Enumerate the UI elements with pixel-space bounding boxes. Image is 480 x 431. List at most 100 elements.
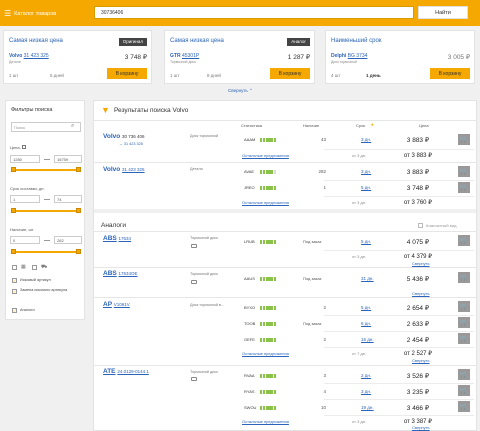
slider-knob[interactable]	[76, 208, 81, 213]
card-brand[interactable]: GTR 45301P	[170, 53, 199, 59]
cart-button[interactable]: 🛒	[458, 369, 470, 380]
cart-icon: 🛒	[460, 185, 468, 191]
replacement-article[interactable]: → 31 423 325	[119, 142, 143, 146]
slider-knob[interactable]	[11, 249, 16, 254]
term-link[interactable]: 5 дн.	[361, 185, 371, 190]
term-link[interactable]: 16 дн.	[361, 337, 374, 342]
term-link[interactable]: 19 дн.	[361, 405, 374, 410]
analogs-title: Аналоги	[101, 222, 127, 229]
view-checkbox[interactable]	[12, 265, 17, 270]
term-from-input[interactable]: 1	[10, 195, 40, 203]
stock-count: 2	[323, 305, 326, 310]
analog-brand-link[interactable]: AP V1061V	[103, 301, 130, 308]
collapse-link[interactable]: Свернуть	[412, 291, 430, 296]
cart-button[interactable]: 🛒	[458, 182, 470, 193]
search-input[interactable]: 30736406	[94, 6, 414, 19]
price-slider[interactable]	[11, 167, 81, 172]
divider	[94, 365, 476, 366]
card-brand[interactable]: Delphi BG 3734	[331, 53, 367, 59]
other-offers-link[interactable]: Остальные предложения	[242, 153, 289, 158]
checkbox-label: Аналоги	[20, 308, 35, 312]
term-link[interactable]: 5 дн.	[361, 305, 371, 310]
price-to-input[interactable]: 16759	[54, 155, 82, 163]
card-tag: Аналог	[287, 38, 310, 46]
checkbox-analogs[interactable]: ✓	[12, 308, 17, 313]
result-brand-link[interactable]: Volvo 30 736 406	[103, 133, 145, 140]
cart-button[interactable]: 🛒	[458, 235, 470, 246]
car-icon	[191, 244, 197, 248]
other-offers-link[interactable]: Остальные предложения	[242, 351, 289, 356]
card-sub: Диск тормозной	[331, 60, 357, 64]
checkbox-replacement-article[interactable]: ✓	[12, 289, 17, 294]
cart-button[interactable]: 🛒	[458, 385, 470, 396]
view-checkbox[interactable]	[32, 265, 37, 270]
catalog-label: Каталог товаров	[14, 10, 57, 17]
row-divider	[324, 315, 474, 316]
chevron-up-icon: ⌃	[249, 88, 253, 93]
collapse-link[interactable]: Свернуть	[412, 358, 430, 363]
collapse-link[interactable]: Свернуть	[412, 261, 430, 266]
term-link[interactable]: 2 дн.	[361, 373, 371, 378]
slider-knob[interactable]	[76, 249, 81, 254]
supplier-code: RVAA	[244, 373, 255, 378]
term-to-input[interactable]: 74	[54, 195, 82, 203]
result-brand-link[interactable]: Volvo 31 423 325	[103, 166, 145, 173]
cart-icon: 🛒	[460, 304, 468, 310]
cart-button[interactable]: 🛒	[458, 333, 470, 344]
checkbox-original-article[interactable]: ✓	[12, 278, 17, 283]
term-link[interactable]: 5 дн.	[361, 239, 371, 244]
info-icon: ●	[371, 122, 374, 127]
term-link[interactable]: 3 дн.	[361, 389, 371, 394]
stock-count: 2	[323, 337, 326, 342]
row-divider	[324, 347, 474, 348]
collapse-link[interactable]: Свернуть	[412, 425, 430, 430]
cart-button[interactable]: 🛒	[458, 317, 470, 328]
supplier-code: TOOB	[244, 321, 256, 326]
stock-count: 4	[323, 389, 326, 394]
supplier-code: AVAE	[244, 169, 255, 174]
range-dash	[44, 199, 50, 200]
other-offers-link[interactable]: Остальные предложения	[242, 419, 289, 424]
catalog-button[interactable]: ☰ Каталог товаров	[4, 8, 74, 19]
slider-knob[interactable]	[76, 167, 81, 172]
add-to-cart-button[interactable]: В корзину	[107, 68, 147, 79]
stock-count: 1	[323, 185, 326, 190]
other-offers-link[interactable]: Остальные предложения	[242, 200, 289, 205]
cart-button[interactable]: 🛒	[458, 166, 470, 177]
cart-button[interactable]: 🛒	[458, 134, 470, 145]
price: 3 883 ₽	[406, 169, 429, 176]
stock-to-input[interactable]: 282	[54, 236, 82, 244]
slider-knob[interactable]	[11, 208, 16, 213]
cart-icon: 🛒	[460, 275, 468, 281]
price: 4 075 ₽	[406, 239, 429, 246]
cart-button[interactable]: 🛒	[458, 301, 470, 312]
card-shortest-term: Наименьший срок Delphi BG 3734 Диск торм…	[325, 30, 475, 84]
add-to-cart-button[interactable]: В корзину	[270, 68, 310, 79]
term-link[interactable]: 3 дн.	[361, 169, 371, 174]
card-brand[interactable]: Volvo 31 423 325	[9, 53, 49, 59]
term-link[interactable]: 6 дн.	[361, 321, 371, 326]
slider-knob[interactable]	[11, 167, 16, 172]
cart-button[interactable]: 🛒	[458, 401, 470, 412]
analog-brand-link[interactable]: ABS 17634OE	[103, 270, 138, 277]
price-from-input[interactable]: 1280	[10, 155, 40, 163]
find-button[interactable]: Найти	[418, 6, 468, 19]
price: 3 883 ₽	[406, 137, 429, 144]
search-icon: ⌕	[71, 123, 75, 129]
term-link[interactable]: 31 дн.	[361, 276, 374, 281]
analog-brand-link[interactable]: ATE 24.0129-0144.1	[103, 368, 149, 375]
analog-brand-link[interactable]: ABS 17634	[103, 235, 131, 242]
from-price: от 3 387 ₽	[403, 419, 432, 425]
term-link[interactable]: 3 дн.	[361, 137, 371, 142]
stock-slider[interactable]	[11, 249, 81, 254]
collapse-link[interactable]: Свернуть ⌃	[228, 88, 253, 94]
stat-bar	[260, 338, 276, 342]
add-to-cart-button[interactable]: В корзину	[430, 68, 470, 79]
cart-icon: 🛒	[460, 137, 468, 143]
stock-from-input[interactable]: 0	[10, 236, 40, 244]
supplier-code: JREO	[244, 185, 255, 190]
compact-view-checkbox[interactable]	[418, 223, 423, 228]
term-slider[interactable]	[11, 208, 81, 213]
cart-button[interactable]: 🛒	[458, 272, 470, 283]
result-desc: Детали	[190, 167, 203, 171]
